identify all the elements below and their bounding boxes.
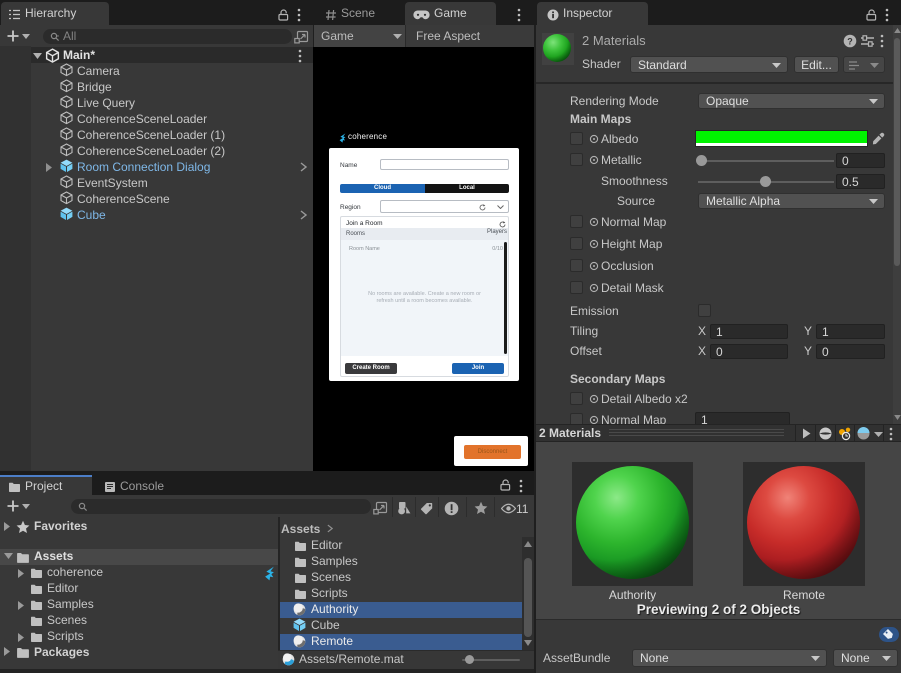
svg-text:?: ?: [847, 37, 853, 47]
